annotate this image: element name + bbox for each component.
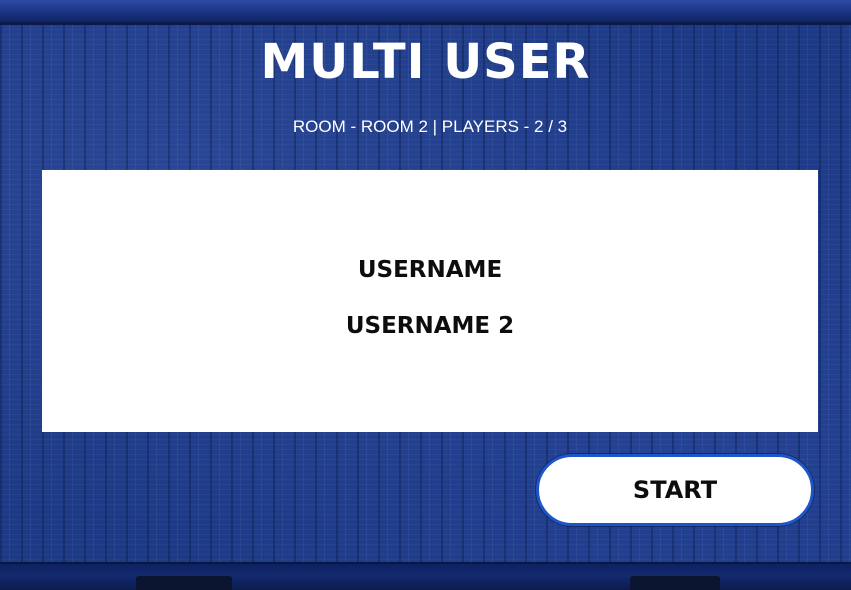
player-name: USERNAME 2 [345,313,515,339]
start-button[interactable]: START [536,454,814,526]
player-name: USERNAME [357,257,503,283]
page-title: MULTI USER [260,34,591,90]
multi-user-lobby-screen: MULTI USER ROOM - ROOM 2 | PLAYERS - 2 /… [0,0,851,590]
container-top-edge [0,0,851,25]
player-list: USERNAME USERNAME 2 [42,256,818,368]
bottom-support-right [630,576,720,590]
container-bottom-edge [0,562,851,590]
player-list-panel: USERNAME USERNAME 2 [42,170,818,432]
bottom-support-left [136,576,232,590]
room-info: ROOM - ROOM 2 | PLAYERS - 2 / 3 [292,117,568,136]
